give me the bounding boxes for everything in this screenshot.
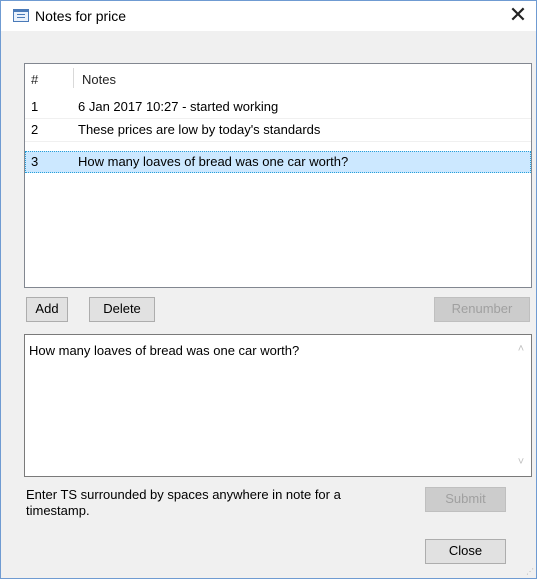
column-separator[interactable] <box>73 68 74 88</box>
title-bar[interactable]: Notes for price ✕ <box>1 1 536 31</box>
notes-list[interactable]: # Notes 1 6 Jan 2017 10:27 - started wor… <box>24 63 532 288</box>
timestamp-hint: Enter TS surrounded by spaces anywhere i… <box>26 487 341 518</box>
row-note: These prices are low by today's standard… <box>78 122 321 137</box>
delete-button[interactable]: Delete <box>89 297 155 322</box>
row-number: 2 <box>31 122 39 137</box>
close-icon[interactable]: ✕ <box>506 3 530 27</box>
scroll-down-icon[interactable]: ˅ <box>515 456 527 468</box>
notes-dialog: Notes for price ✕ # Notes 1 6 Jan 2017 1… <box>0 0 537 579</box>
row-number: 1 <box>31 99 39 114</box>
icon-bar <box>14 10 28 12</box>
column-header-notes[interactable]: Notes <box>82 72 116 87</box>
submit-button[interactable]: Submit <box>425 487 506 512</box>
list-item-selected[interactable]: 3 How many loaves of bread was one car w… <box>25 151 531 173</box>
list-item[interactable]: 1 6 Jan 2017 10:27 - started working <box>25 96 531 119</box>
scroll-up-icon[interactable]: ˄ <box>515 343 527 355</box>
row-number: 3 <box>31 154 39 169</box>
note-editor-text: How many loaves of bread was one car wor… <box>29 343 300 358</box>
resize-grip-icon[interactable]: ⋰ <box>526 568 534 576</box>
add-button[interactable]: Add <box>26 297 68 322</box>
column-header-number[interactable]: # <box>31 72 38 87</box>
note-editor[interactable]: How many loaves of bread was one car wor… <box>24 334 532 477</box>
row-note: 6 Jan 2017 10:27 - started working <box>78 99 279 114</box>
close-button[interactable]: Close <box>425 539 506 564</box>
notes-window-icon <box>13 9 29 22</box>
icon-line <box>17 14 25 15</box>
icon-line <box>17 17 25 18</box>
window-title: Notes for price <box>35 8 127 24</box>
row-note: How many loaves of bread was one car wor… <box>78 154 349 169</box>
renumber-button[interactable]: Renumber <box>434 297 530 322</box>
list-header: # Notes <box>25 64 531 94</box>
list-item[interactable]: 2 These prices are low by today's standa… <box>25 119 531 142</box>
